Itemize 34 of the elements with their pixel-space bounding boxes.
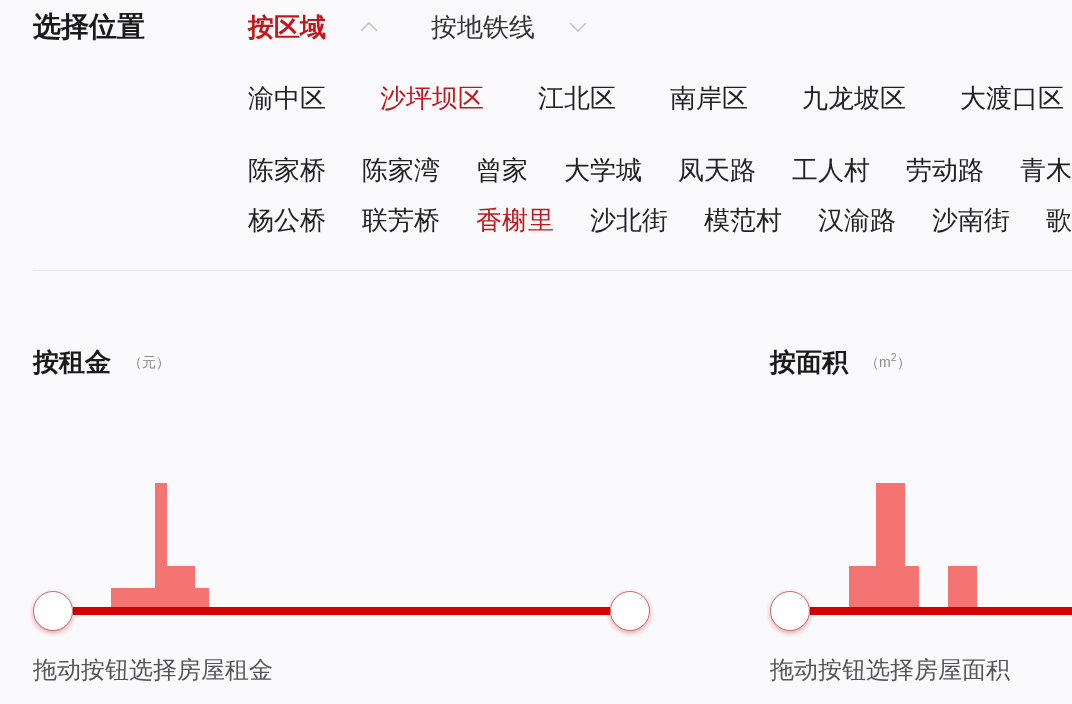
location-tab[interactable]: 按地铁线 — [431, 9, 587, 45]
district-item[interactable]: 沙坪坝区 — [380, 80, 484, 116]
neighborhood-item[interactable]: 模范村 — [704, 202, 782, 238]
slider-thumb[interactable] — [610, 591, 650, 631]
neighborhood-item[interactable]: 劳动路 — [906, 152, 984, 188]
neighborhood-item[interactable]: 大学城 — [564, 152, 642, 188]
district-item[interactable]: 九龙坡区 — [802, 80, 906, 116]
hint-text: 拖动按钮选择房屋面积 — [770, 656, 1010, 683]
district-item[interactable]: 南岸区 — [670, 80, 748, 116]
neighborhood-item[interactable]: 联芳桥 — [362, 202, 440, 238]
neighborhood-item[interactable]: 歌 — [1046, 202, 1072, 238]
slider-thumb[interactable] — [33, 591, 73, 631]
neighborhood-item[interactable]: 陈家湾 — [362, 152, 440, 188]
filter-title: 按面积 — [770, 346, 848, 379]
slider-thumb[interactable] — [770, 591, 810, 631]
district-item[interactable]: 渝中区 — [248, 80, 326, 116]
neighborhood-item[interactable]: 凤天路 — [678, 152, 756, 188]
page-title: 选择位置 — [33, 10, 145, 44]
unit-label: （元） — [128, 352, 170, 372]
neighborhood-item[interactable]: 沙南街 — [932, 202, 1010, 238]
neighborhood-item[interactable]: 青木 — [1020, 152, 1072, 188]
unit-label: （m$^{2}$） — [865, 351, 911, 372]
district-item[interactable]: 江北区 — [538, 80, 616, 116]
neighborhood-item[interactable]: 汉渝路 — [818, 202, 896, 238]
neighborhood-item[interactable]: 工人村 — [792, 152, 870, 188]
filter-title: 按租金 — [33, 346, 111, 379]
neighborhood-item[interactable]: 曾家 — [476, 152, 528, 188]
hint-text: 拖动按钮选择房屋租金 — [33, 656, 273, 683]
neighborhood-item[interactable]: 陈家桥 — [248, 152, 326, 188]
district-item[interactable]: 大渡口区 — [960, 80, 1064, 116]
neighborhood-item[interactable]: 杨公桥 — [248, 202, 326, 238]
location-tab[interactable]: 按区域 — [248, 9, 378, 45]
neighborhood-item[interactable]: 香榭里 — [476, 202, 554, 238]
neighborhood-item[interactable]: 沙北街 — [590, 202, 668, 238]
